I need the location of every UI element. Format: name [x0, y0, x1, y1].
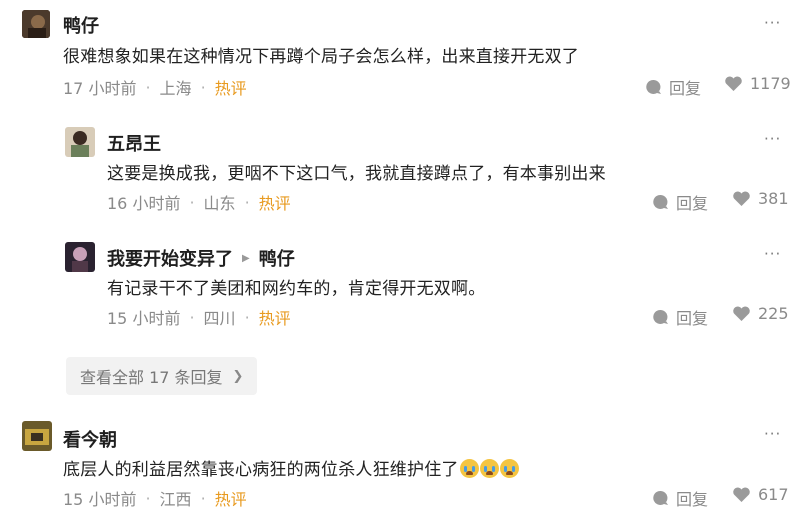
like-button[interactable]: 1179	[724, 74, 791, 93]
avatar-image	[22, 10, 50, 38]
more-dots-icon[interactable]: ···	[764, 14, 781, 32]
avatar[interactable]	[22, 10, 50, 38]
comment-location: 江西	[159, 490, 192, 509]
avatar-image	[22, 421, 52, 451]
speech-bubble-icon	[653, 490, 668, 505]
heart-icon	[733, 190, 750, 206]
heart-icon	[733, 486, 750, 502]
separator: ·	[189, 307, 195, 327]
crying-face-emoji	[499, 459, 519, 478]
separator: ·	[145, 77, 151, 97]
comment-meta: 15 小时前 · 江西 · 热评	[63, 486, 247, 510]
comment-time: 15 小时前	[63, 490, 137, 509]
comment-time: 16 小时前	[107, 194, 181, 213]
separator: ·	[200, 77, 206, 97]
avatar-image	[65, 127, 95, 157]
separator: ·	[244, 307, 250, 327]
more-dots-icon[interactable]: ···	[764, 425, 781, 443]
crying-face-emoji	[459, 459, 479, 478]
reply-button[interactable]: 回复	[653, 486, 708, 510]
separator: ·	[200, 488, 206, 508]
more-dots-icon[interactable]: ···	[764, 245, 781, 263]
comment-meta: 17 小时前 · 上海 · 热评	[63, 75, 247, 99]
crying-face-emoji	[479, 459, 499, 478]
comment-text: 底层人的利益居然靠丧心病狂的两位杀人狂维护住了	[63, 460, 459, 480]
view-all-replies-label: 查看全部 17 条回复	[80, 368, 223, 387]
comment-author[interactable]: 我要开始变异了	[107, 245, 233, 271]
speech-bubble-icon	[646, 79, 661, 94]
separator: ·	[189, 192, 195, 212]
hot-badge: 热评	[214, 79, 247, 98]
more-dots-icon[interactable]: ···	[764, 130, 781, 148]
speech-bubble-icon	[653, 194, 668, 209]
like-button[interactable]: 225	[732, 304, 789, 323]
like-count: 225	[758, 304, 789, 323]
heart-icon	[733, 305, 750, 321]
comment-location: 山东	[203, 194, 236, 213]
reply-to-author[interactable]: 鸭仔	[259, 245, 295, 271]
hot-badge: 热评	[258, 309, 291, 328]
reply-label: 回复	[669, 79, 702, 98]
separator: ·	[244, 192, 250, 212]
reply-label: 回复	[676, 490, 709, 509]
comment-author-line: 我要开始变异了 ▶ 鸭仔	[107, 245, 295, 271]
comment-author[interactable]: 鸭仔	[63, 12, 99, 38]
heart-icon	[725, 75, 742, 91]
chevron-right-icon: ❯	[232, 368, 244, 384]
like-button[interactable]: 617	[732, 485, 789, 504]
comment-time: 15 小时前	[107, 309, 181, 328]
speech-bubble-icon	[653, 309, 668, 324]
hot-badge: 热评	[258, 194, 291, 213]
avatar-image	[65, 242, 95, 272]
comment-text: 这要是换成我，更咽不下这口气，我就直接蹲点了，有本事别出来	[107, 164, 606, 184]
avatar[interactable]	[65, 127, 95, 157]
comment-text: 很难想象如果在这种情况下再蹲个局子会怎么样，出来直接开无双了	[63, 47, 579, 67]
reply-button[interactable]: 回复	[646, 75, 701, 99]
comment-text: 有记录干不了美团和网约车的，肯定得开无双啊。	[107, 279, 486, 299]
reply-button[interactable]: 回复	[653, 305, 708, 329]
comment-location: 上海	[159, 79, 192, 98]
like-count: 381	[758, 189, 789, 208]
avatar[interactable]	[65, 242, 95, 272]
hot-badge: 热评	[214, 490, 247, 509]
comment-text-line: 底层人的利益居然靠丧心病狂的两位杀人狂维护住了	[63, 455, 519, 480]
reply-arrow-icon: ▶	[242, 252, 250, 264]
avatar[interactable]	[22, 421, 52, 451]
like-count: 1179	[750, 74, 791, 93]
like-count: 617	[758, 485, 789, 504]
separator: ·	[145, 488, 151, 508]
comment-time: 17 小时前	[63, 79, 137, 98]
comment-meta: 15 小时前 · 四川 · 热评	[107, 305, 291, 329]
reply-label: 回复	[676, 309, 709, 328]
comment-meta: 16 小时前 · 山东 · 热评	[107, 190, 291, 214]
reply-button[interactable]: 回复	[653, 190, 708, 214]
reply-label: 回复	[676, 194, 709, 213]
like-button[interactable]: 381	[732, 189, 789, 208]
view-all-replies-button[interactable]: 查看全部 17 条回复 ❯	[66, 357, 258, 395]
comment-author[interactable]: 五昂王	[107, 130, 161, 156]
comment-location: 四川	[203, 309, 236, 328]
comment-author[interactable]: 看今朝	[63, 426, 117, 452]
